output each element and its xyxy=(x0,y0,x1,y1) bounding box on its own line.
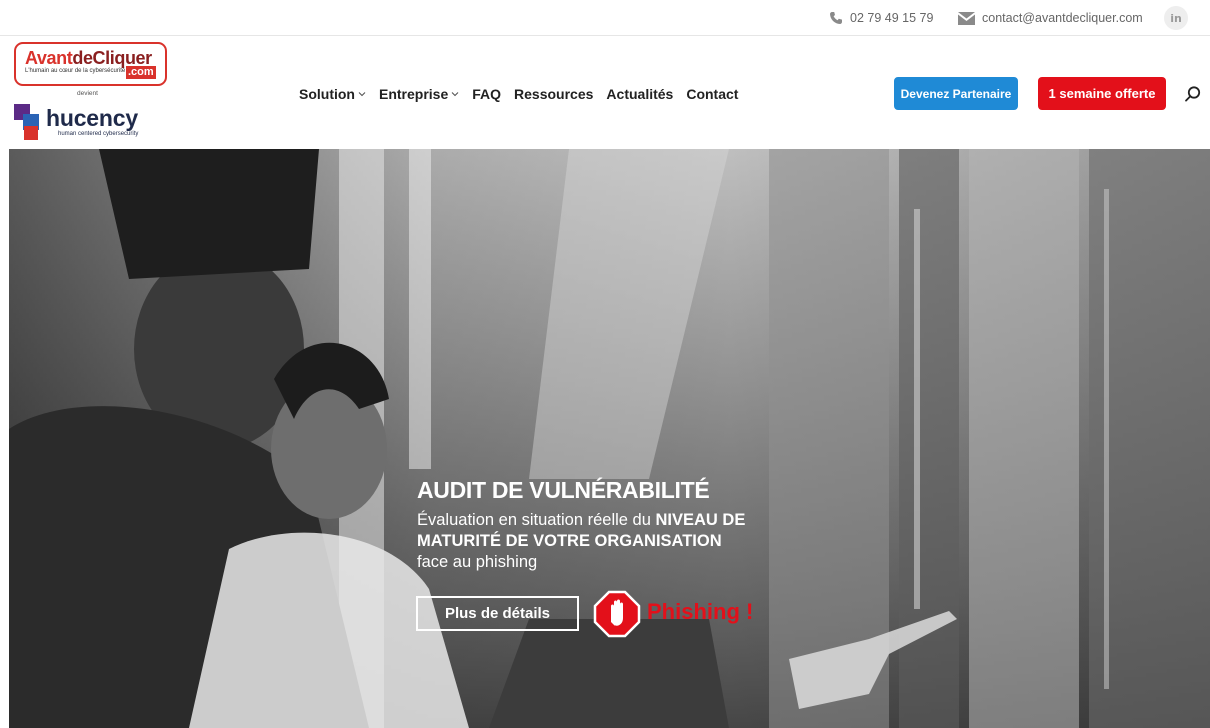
logo-brand-part1: Avant xyxy=(25,48,73,68)
logo-devient-text: devient xyxy=(77,90,98,97)
hucency-name: hucency xyxy=(46,105,138,131)
free-week-button[interactable]: 1 semaine offerte xyxy=(1038,77,1166,110)
hero-title: AUDIT DE VULNÉRABILITÉ xyxy=(417,477,710,503)
phone-icon xyxy=(830,12,842,24)
nav-item-contact[interactable]: Contact xyxy=(686,86,738,102)
hero-banner: AUDIT DE VULNÉRABILITÉ Évaluation en sit… xyxy=(9,149,1210,728)
logo-tagline: L'humain au cœur de la cybersécurité xyxy=(25,68,126,74)
hucency-square-red xyxy=(24,126,38,140)
linkedin-icon[interactable]: in xyxy=(1164,6,1188,30)
partner-button[interactable]: Devenez Partenaire xyxy=(894,77,1018,110)
chevron-down-icon xyxy=(358,92,366,97)
nav-item-ressources[interactable]: Ressources xyxy=(514,86,593,102)
stop-sign-label: STOP xyxy=(609,626,625,632)
hucency-logo[interactable]: hucency human centered cybersecurity xyxy=(14,104,170,144)
mail-icon xyxy=(958,11,975,25)
email-contact[interactable]: contact@avantdecliquer.com xyxy=(958,9,1143,27)
search-icon xyxy=(1185,86,1201,102)
nav-item-label: Solution xyxy=(299,86,355,102)
logo-dotcom: .com xyxy=(126,66,156,79)
search-button[interactable] xyxy=(1183,84,1203,104)
phone-number: 02 79 49 15 79 xyxy=(850,11,934,25)
email-address: contact@avantdecliquer.com xyxy=(982,11,1143,25)
nav-item-actualites[interactable]: Actualités xyxy=(606,86,673,102)
nav-item-label: Actualités xyxy=(606,86,674,102)
hero-text-part2: face au phishing xyxy=(417,553,538,571)
nav-item-entreprise[interactable]: Entreprise xyxy=(379,86,459,102)
nav-item-solution[interactable]: Solution xyxy=(299,86,366,102)
top-utility-bar: 02 79 49 15 79 contact@avantdecliquer.co… xyxy=(0,0,1210,36)
hero-background-image xyxy=(9,149,1210,728)
phishing-label: Phishing ! xyxy=(647,599,754,624)
hucency-subtitle: human centered cybersecurity xyxy=(58,131,139,137)
details-button[interactable]: Plus de détails xyxy=(416,596,579,631)
logo-brand-part2: deCliquer xyxy=(72,48,152,68)
linkedin-label: in xyxy=(1170,11,1182,25)
hero-text-part1: Évaluation en situation réelle du xyxy=(417,511,656,529)
main-navigation: Solution Entreprise FAQ Ressources Actua… xyxy=(299,84,751,104)
nav-item-label: Contact xyxy=(686,86,739,102)
chevron-down-icon xyxy=(451,92,459,97)
nav-item-label: Entreprise xyxy=(379,86,449,102)
avantdecliquer-logo[interactable]: AvantdeCliquer L'humain au cœur de la cy… xyxy=(14,42,167,86)
nav-item-label: Ressources xyxy=(514,86,594,102)
stop-hand-icon: STOP xyxy=(593,590,641,638)
logo-brand: AvantdeCliquer xyxy=(25,48,152,68)
nav-item-label: FAQ xyxy=(472,86,502,102)
nav-item-faq[interactable]: FAQ xyxy=(472,86,501,102)
hero-description: Évaluation en situation réelle du NIVEAU… xyxy=(417,510,817,573)
phone-contact[interactable]: 02 79 49 15 79 xyxy=(829,9,933,27)
